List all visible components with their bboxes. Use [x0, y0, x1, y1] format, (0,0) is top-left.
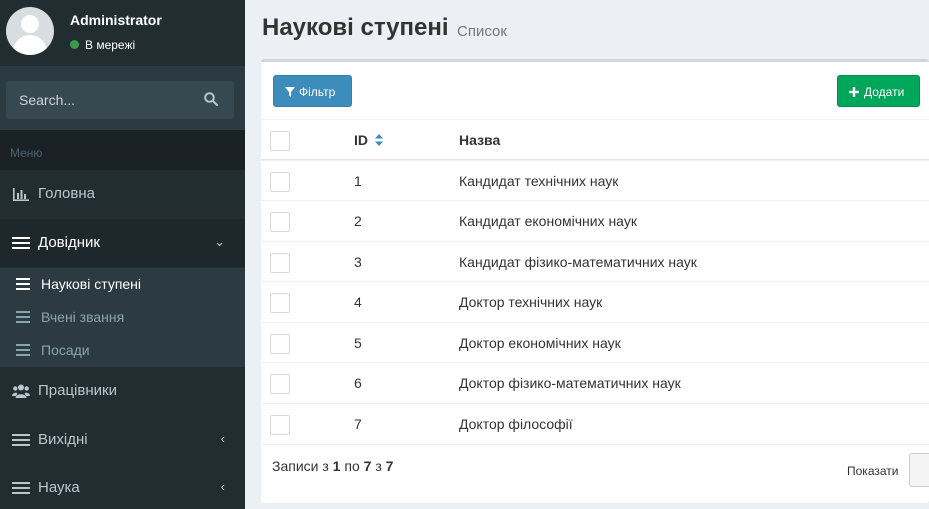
sidebar-item-academic-titles[interactable]: Вчені звання	[0, 301, 245, 334]
user-status: В мережі	[70, 38, 135, 52]
cell-id: 2	[354, 213, 362, 229]
cell-id: 5	[354, 335, 362, 351]
list-icon	[16, 344, 30, 356]
pagination-total: 7	[385, 458, 394, 474]
sidebar-item-employees[interactable]: Працівники	[0, 367, 245, 415]
row-checkbox[interactable]	[270, 253, 290, 273]
cell-id: 3	[354, 254, 362, 270]
table-header-row: ID Назва	[261, 119, 929, 160]
chevron-left-icon: ‹	[220, 431, 225, 446]
row-checkbox[interactable]	[270, 374, 290, 394]
cell-id: 6	[354, 375, 362, 391]
table-row: 1 Кандидат технічних наук	[261, 160, 929, 201]
sidebar-item-label: Довідник	[38, 234, 100, 251]
filter-button-label: Фільтр	[299, 85, 336, 99]
chevron-down-icon: ⌄	[214, 234, 225, 249]
sidebar-item-days-off[interactable]: Вихідні ‹	[0, 416, 245, 464]
page-subtitle: Список	[457, 23, 507, 40]
cell-name: Доктор фізико-математичних наук	[459, 375, 681, 391]
add-button[interactable]: Додати	[837, 75, 920, 107]
cell-name: Доктор технічних наук	[459, 294, 603, 310]
table-row: 6 Доктор фізико-математичних наук	[261, 362, 929, 403]
online-status-icon	[70, 40, 79, 50]
cell-name: Кандидат економічних наук	[459, 213, 637, 229]
user-status-label: В мережі	[85, 38, 136, 52]
cell-name: Доктор економічних наук	[459, 335, 621, 351]
avatar	[6, 7, 54, 55]
menu-header: Меню	[0, 130, 245, 170]
table-row: 7 Доктор філософії	[261, 403, 929, 444]
sidebar-item-label: Головна	[38, 185, 95, 202]
column-header-id[interactable]: ID	[354, 132, 368, 148]
sidebar-item-label: Вихідні	[38, 431, 88, 448]
page-size-select[interactable]	[909, 453, 929, 487]
search-icon[interactable]	[204, 92, 218, 106]
list-icon	[12, 434, 30, 450]
sidebar-search: Search...	[0, 66, 245, 130]
table-row: 4 Доктор технічних наук	[261, 281, 929, 322]
cell-name: Кандидат фізико-математичних наук	[459, 254, 697, 270]
sidebar-item-home[interactable]: Головна	[0, 170, 245, 218]
pagination-info: Записи з 1 по 7 з 7	[272, 458, 393, 474]
cell-name: Кандидат технічних наук	[459, 173, 619, 189]
bar-chart-icon	[13, 188, 29, 201]
table-bottom-border	[261, 444, 929, 445]
sidebar-item-directory[interactable]: Довідник ⌄	[0, 219, 245, 267]
chevron-left-icon: ‹	[220, 479, 225, 494]
filter-icon	[285, 87, 295, 97]
page-title: Наукові ступені	[262, 14, 449, 41]
pagination-to: 7	[363, 458, 372, 474]
user-panel: Administrator В мережі	[0, 0, 245, 66]
list-box: Фільтр Додати ID Назва 1 Кандидат техніч…	[261, 59, 929, 503]
sidebar-item-degrees[interactable]: Наукові ступені	[0, 268, 245, 301]
sidebar-item-label: Вчені звання	[41, 309, 125, 325]
search-placeholder: Search...	[19, 92, 76, 108]
sidebar-item-label: Наукові ступені	[41, 276, 142, 292]
sort-icon[interactable]	[374, 133, 384, 147]
cell-id: 1	[354, 173, 362, 189]
table-row: 2 Кандидат економічних наук	[261, 200, 929, 241]
select-all-checkbox[interactable]	[270, 131, 290, 151]
pagination-mid: по	[344, 458, 360, 474]
user-name: Administrator	[70, 12, 162, 28]
cell-id: 7	[354, 416, 362, 432]
users-icon	[12, 384, 30, 398]
pagination-prefix: Записи з	[272, 458, 329, 474]
sidebar-item-label: Наука	[38, 479, 80, 496]
sidebar-item-science[interactable]: Наука ‹	[0, 464, 245, 509]
sidebar-item-label: Працівники	[38, 382, 117, 399]
row-checkbox[interactable]	[270, 293, 290, 313]
filter-button[interactable]: Фільтр	[273, 75, 352, 107]
row-checkbox[interactable]	[270, 334, 290, 354]
cell-name: Доктор філософії	[459, 416, 573, 432]
cell-id: 4	[354, 294, 362, 310]
pagination-from: 1	[332, 458, 341, 474]
list-icon	[16, 311, 30, 323]
sidebar-item-label: Посади	[41, 342, 90, 358]
row-checkbox[interactable]	[270, 415, 290, 435]
list-icon	[12, 482, 30, 498]
sidebar: Administrator В мережі Search... Меню Го…	[0, 0, 245, 509]
table-row: 3 Кандидат фізико-математичних наук	[261, 241, 929, 282]
list-icon	[12, 237, 30, 253]
column-header-name[interactable]: Назва	[459, 132, 500, 148]
plus-icon	[849, 87, 859, 97]
row-checkbox[interactable]	[270, 212, 290, 232]
pagination-of: з	[375, 458, 382, 474]
sidebar-item-positions[interactable]: Посади	[0, 334, 245, 367]
submenu-directory: Наукові ступені Вчені звання Посади	[0, 268, 245, 367]
row-checkbox[interactable]	[270, 172, 290, 192]
show-label: Показати	[847, 464, 899, 478]
list-icon	[16, 278, 30, 290]
search-input[interactable]: Search...	[6, 81, 234, 119]
table-row: 5 Доктор економічних наук	[261, 322, 929, 363]
add-button-label: Додати	[864, 85, 905, 99]
